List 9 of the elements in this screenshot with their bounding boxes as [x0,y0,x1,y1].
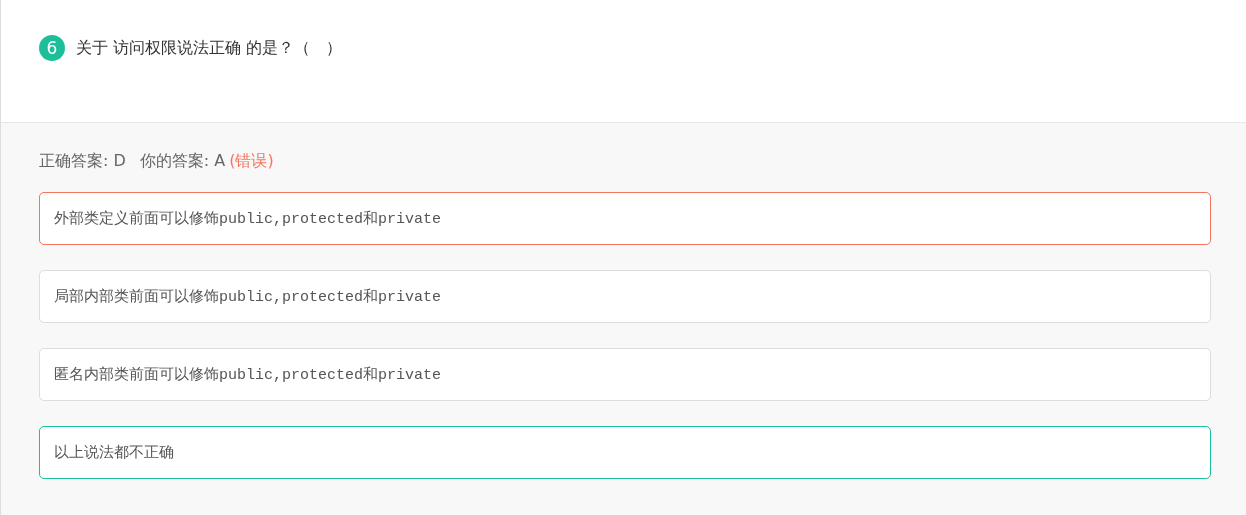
correct-answer-option: 以上说法都不正确 [39,426,1211,479]
verdict-text: (错误) [229,150,274,172]
question-number-badge: 6 [39,35,65,61]
answer-option: 局部内部类前面可以修饰public,protected和private [39,270,1211,323]
answer-option: 匿名内部类前面可以修饰public,protected和private [39,348,1211,401]
question-text: 关于 访问权限说法正确 的是？（ ） [76,37,343,59]
wrong-answer-option: 外部类定义前面可以修饰public,protected和private [39,192,1211,245]
your-answer-text: 你的答案: A [139,150,226,172]
correct-answer-text: 正确答案: D [39,150,126,172]
